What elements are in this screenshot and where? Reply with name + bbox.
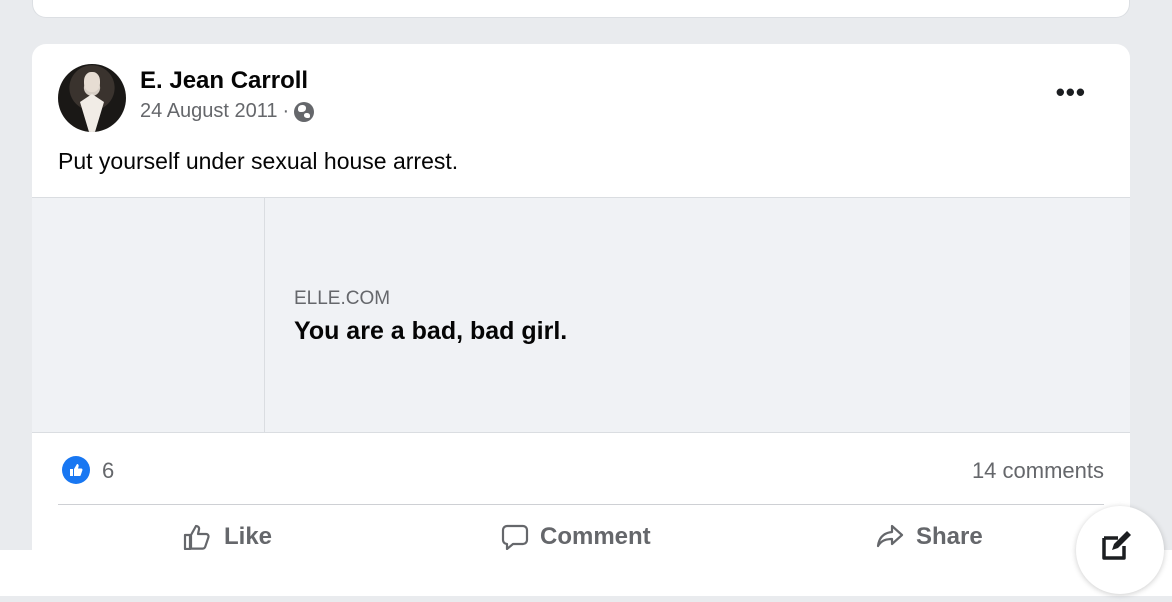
like-button[interactable]: Like xyxy=(182,522,272,552)
post-date-row: 24 August 2011 · xyxy=(140,100,315,123)
author-name[interactable]: E. Jean Carroll xyxy=(140,66,314,96)
feed: E. Jean Carroll 24 August 2011 · ••• Put… xyxy=(0,0,1172,602)
meta-separator: · xyxy=(282,100,290,122)
comment-count[interactable]: 14 comments xyxy=(972,458,1104,484)
post-date[interactable]: 24 August 2011 xyxy=(140,100,278,123)
avatar-face xyxy=(84,72,100,92)
comment-label: Comment xyxy=(540,523,651,550)
compose-button[interactable] xyxy=(1076,506,1164,594)
thumbs-up-icon xyxy=(70,464,83,476)
like-label: Like xyxy=(224,523,273,550)
post-stats: 6 14 comments xyxy=(62,452,1104,488)
like-reaction-icon[interactable] xyxy=(62,456,90,484)
share-label: Share xyxy=(916,523,983,550)
bottom-bar xyxy=(0,550,1172,596)
share-icon xyxy=(876,524,904,548)
bottom-divider xyxy=(0,596,1172,602)
avatar[interactable] xyxy=(58,64,126,132)
like-icon xyxy=(183,524,210,551)
link-preview[interactable]: ELLE.COM You are a bad, bad girl. xyxy=(32,197,1130,433)
actions-divider xyxy=(58,504,1104,505)
globe-icon[interactable] xyxy=(294,101,315,122)
share-button[interactable]: Share xyxy=(874,522,983,552)
post-text: Put yourself under sexual house arrest. xyxy=(58,148,459,174)
post-header: E. Jean Carroll 24 August 2011 · xyxy=(58,64,315,132)
link-domain: ELLE.COM xyxy=(294,288,391,309)
avatar-collar xyxy=(80,94,104,132)
post-meta: E. Jean Carroll 24 August 2011 · xyxy=(140,64,315,123)
previous-post-card xyxy=(32,0,1130,18)
link-title[interactable]: You are a bad, bad girl. xyxy=(294,317,567,346)
more-options-icon[interactable]: ••• xyxy=(1056,79,1086,105)
comment-icon xyxy=(501,524,529,551)
link-thumbnail[interactable] xyxy=(32,198,265,432)
comment-button[interactable]: Comment xyxy=(500,522,651,552)
like-count[interactable]: 6 xyxy=(102,458,114,484)
post-card: E. Jean Carroll 24 August 2011 · ••• Put… xyxy=(32,44,1130,584)
edit-icon xyxy=(1102,531,1131,560)
